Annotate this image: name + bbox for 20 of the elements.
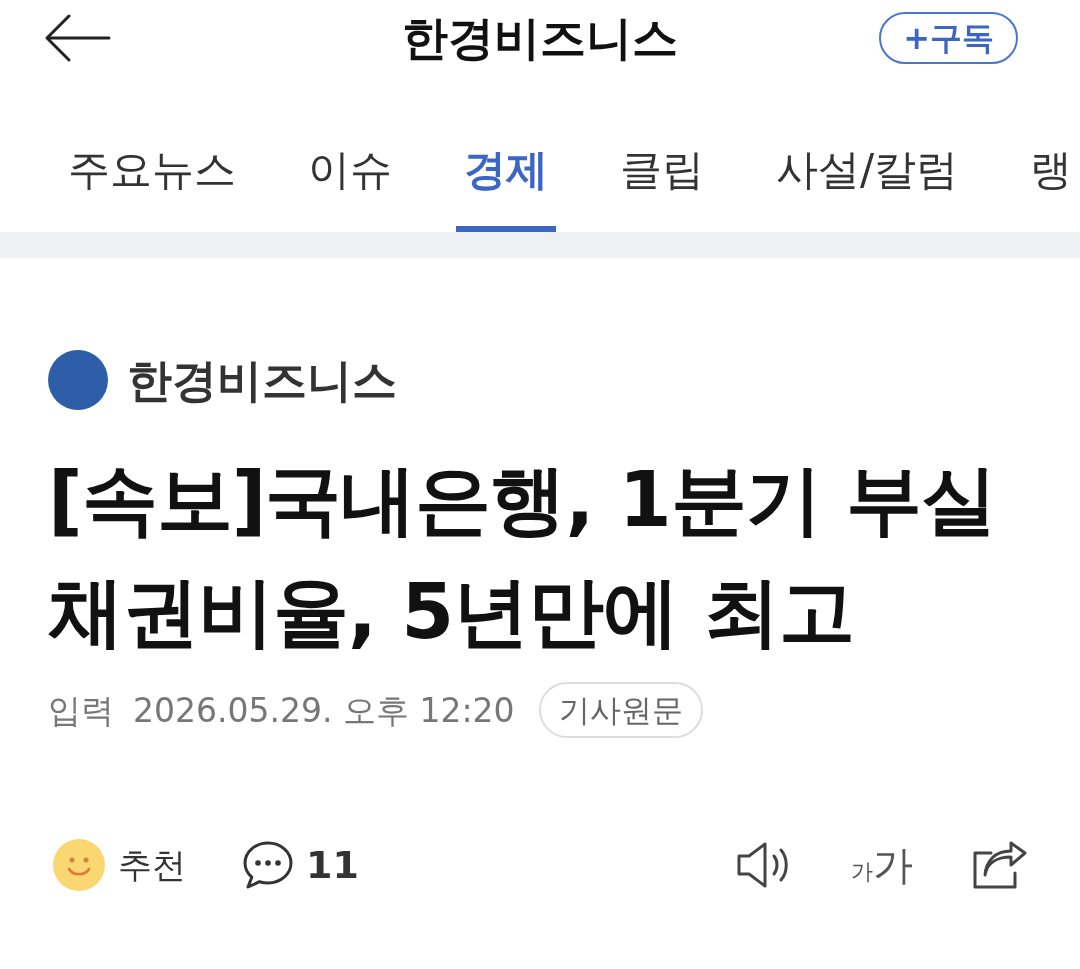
input-label: 입력 <box>48 693 114 727</box>
back-arrow-icon[interactable] <box>45 14 111 62</box>
category-tab[interactable]: 랭 <box>1022 76 1080 232</box>
speech-bubble-icon <box>243 841 293 889</box>
page-title: 한경비즈니스 <box>402 15 678 61</box>
smiley-icon <box>53 839 105 891</box>
recommend-button[interactable]: 추천 <box>53 839 186 891</box>
publisher-logo-icon <box>48 350 108 410</box>
category-tab[interactable]: 사설/칼럼 <box>768 76 967 232</box>
article-headline: [속보]국내은행, 1분기 부실 채권비율, 5년만에 최고 <box>48 454 998 658</box>
original-article-link[interactable]: 기사원문 <box>538 682 703 738</box>
publisher-name: 한경비즈니스 <box>127 357 397 403</box>
publish-datetime: 2026.05.29. 오후 12:20 <box>133 693 515 727</box>
font-size-button[interactable]: 가가 <box>851 845 913 885</box>
category-tab[interactable]: 이슈 <box>300 76 400 232</box>
comment-button[interactable]: 11 <box>243 841 359 889</box>
category-tab[interactable]: 주요뉴스 <box>60 76 244 232</box>
category-tab[interactable]: 클립 <box>612 76 712 232</box>
share-icon[interactable] <box>971 841 1027 889</box>
subscribe-button[interactable]: +구독 <box>879 12 1018 64</box>
